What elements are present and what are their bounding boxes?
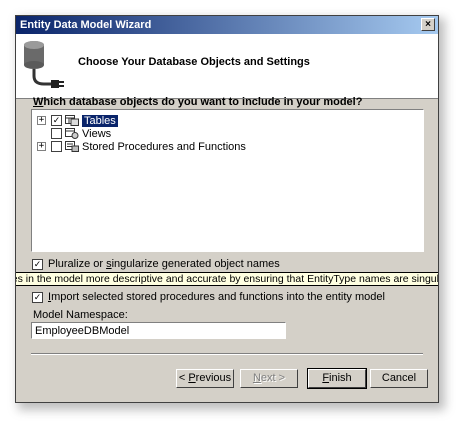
pluralize-tooltip: mes in the model more descriptive and ac… [16, 272, 438, 286]
tree-item-views[interactable]: Views [37, 127, 111, 140]
tree-item-label[interactable]: Tables [82, 114, 118, 127]
view-icon [65, 128, 79, 139]
pluralize-label[interactable]: Pluralize or singularize generated objec… [48, 258, 280, 270]
import-stored-procedures-option[interactable]: ✓ Import selected stored procedures and … [32, 291, 385, 303]
tree-item-label[interactable]: Views [82, 128, 111, 140]
objects-question-label: Which database objects do you want to in… [33, 96, 363, 108]
finish-button[interactable]: Finish [307, 368, 367, 389]
cancel-button[interactable]: Cancel [370, 369, 428, 388]
database-plug-icon [24, 41, 64, 88]
page-title: Choose Your Database Objects and Setting… [78, 56, 310, 68]
window-title: Entity Data Model Wizard [20, 19, 152, 31]
close-icon: × [425, 19, 431, 30]
title-bar: Entity Data Model Wizard × [16, 16, 438, 34]
tree-item-tables[interactable]: + ✓ Tables [37, 114, 118, 127]
next-button[interactable]: Next > [240, 369, 298, 388]
import-stored-procedures-label[interactable]: Import selected stored procedures and fu… [48, 291, 385, 303]
stored-procedure-icon [65, 141, 79, 152]
import-stored-procedures-checkbox[interactable]: ✓ [32, 291, 43, 303]
database-objects-tree[interactable]: + ✓ Tables Views + Stored Procedures and… [31, 109, 424, 252]
pluralize-option[interactable]: ✓ Pluralize or singularize generated obj… [32, 258, 280, 270]
stored-procedures-checkbox[interactable] [51, 141, 62, 152]
expand-stored-procedures-icon[interactable]: + [37, 142, 46, 151]
close-button[interactable]: × [421, 18, 435, 31]
model-namespace-label: Model Namespace: [33, 309, 128, 321]
previous-button[interactable]: < Previous [176, 369, 234, 388]
tree-item-label[interactable]: Stored Procedures and Functions [82, 141, 246, 153]
tree-item-stored-procedures[interactable]: + Stored Procedures and Functions [37, 140, 246, 153]
wizard-window: Entity Data Model Wizard × Choose Your D… [15, 15, 439, 403]
wizard-header: Choose Your Database Objects and Setting… [16, 34, 438, 99]
button-separator [31, 353, 423, 355]
tables-checkbox[interactable]: ✓ [51, 115, 62, 126]
views-checkbox[interactable] [51, 128, 62, 139]
model-namespace-input[interactable] [31, 322, 286, 339]
expand-tables-icon[interactable]: + [37, 116, 46, 125]
table-icon [65, 115, 79, 126]
pluralize-checkbox[interactable]: ✓ [32, 258, 43, 270]
